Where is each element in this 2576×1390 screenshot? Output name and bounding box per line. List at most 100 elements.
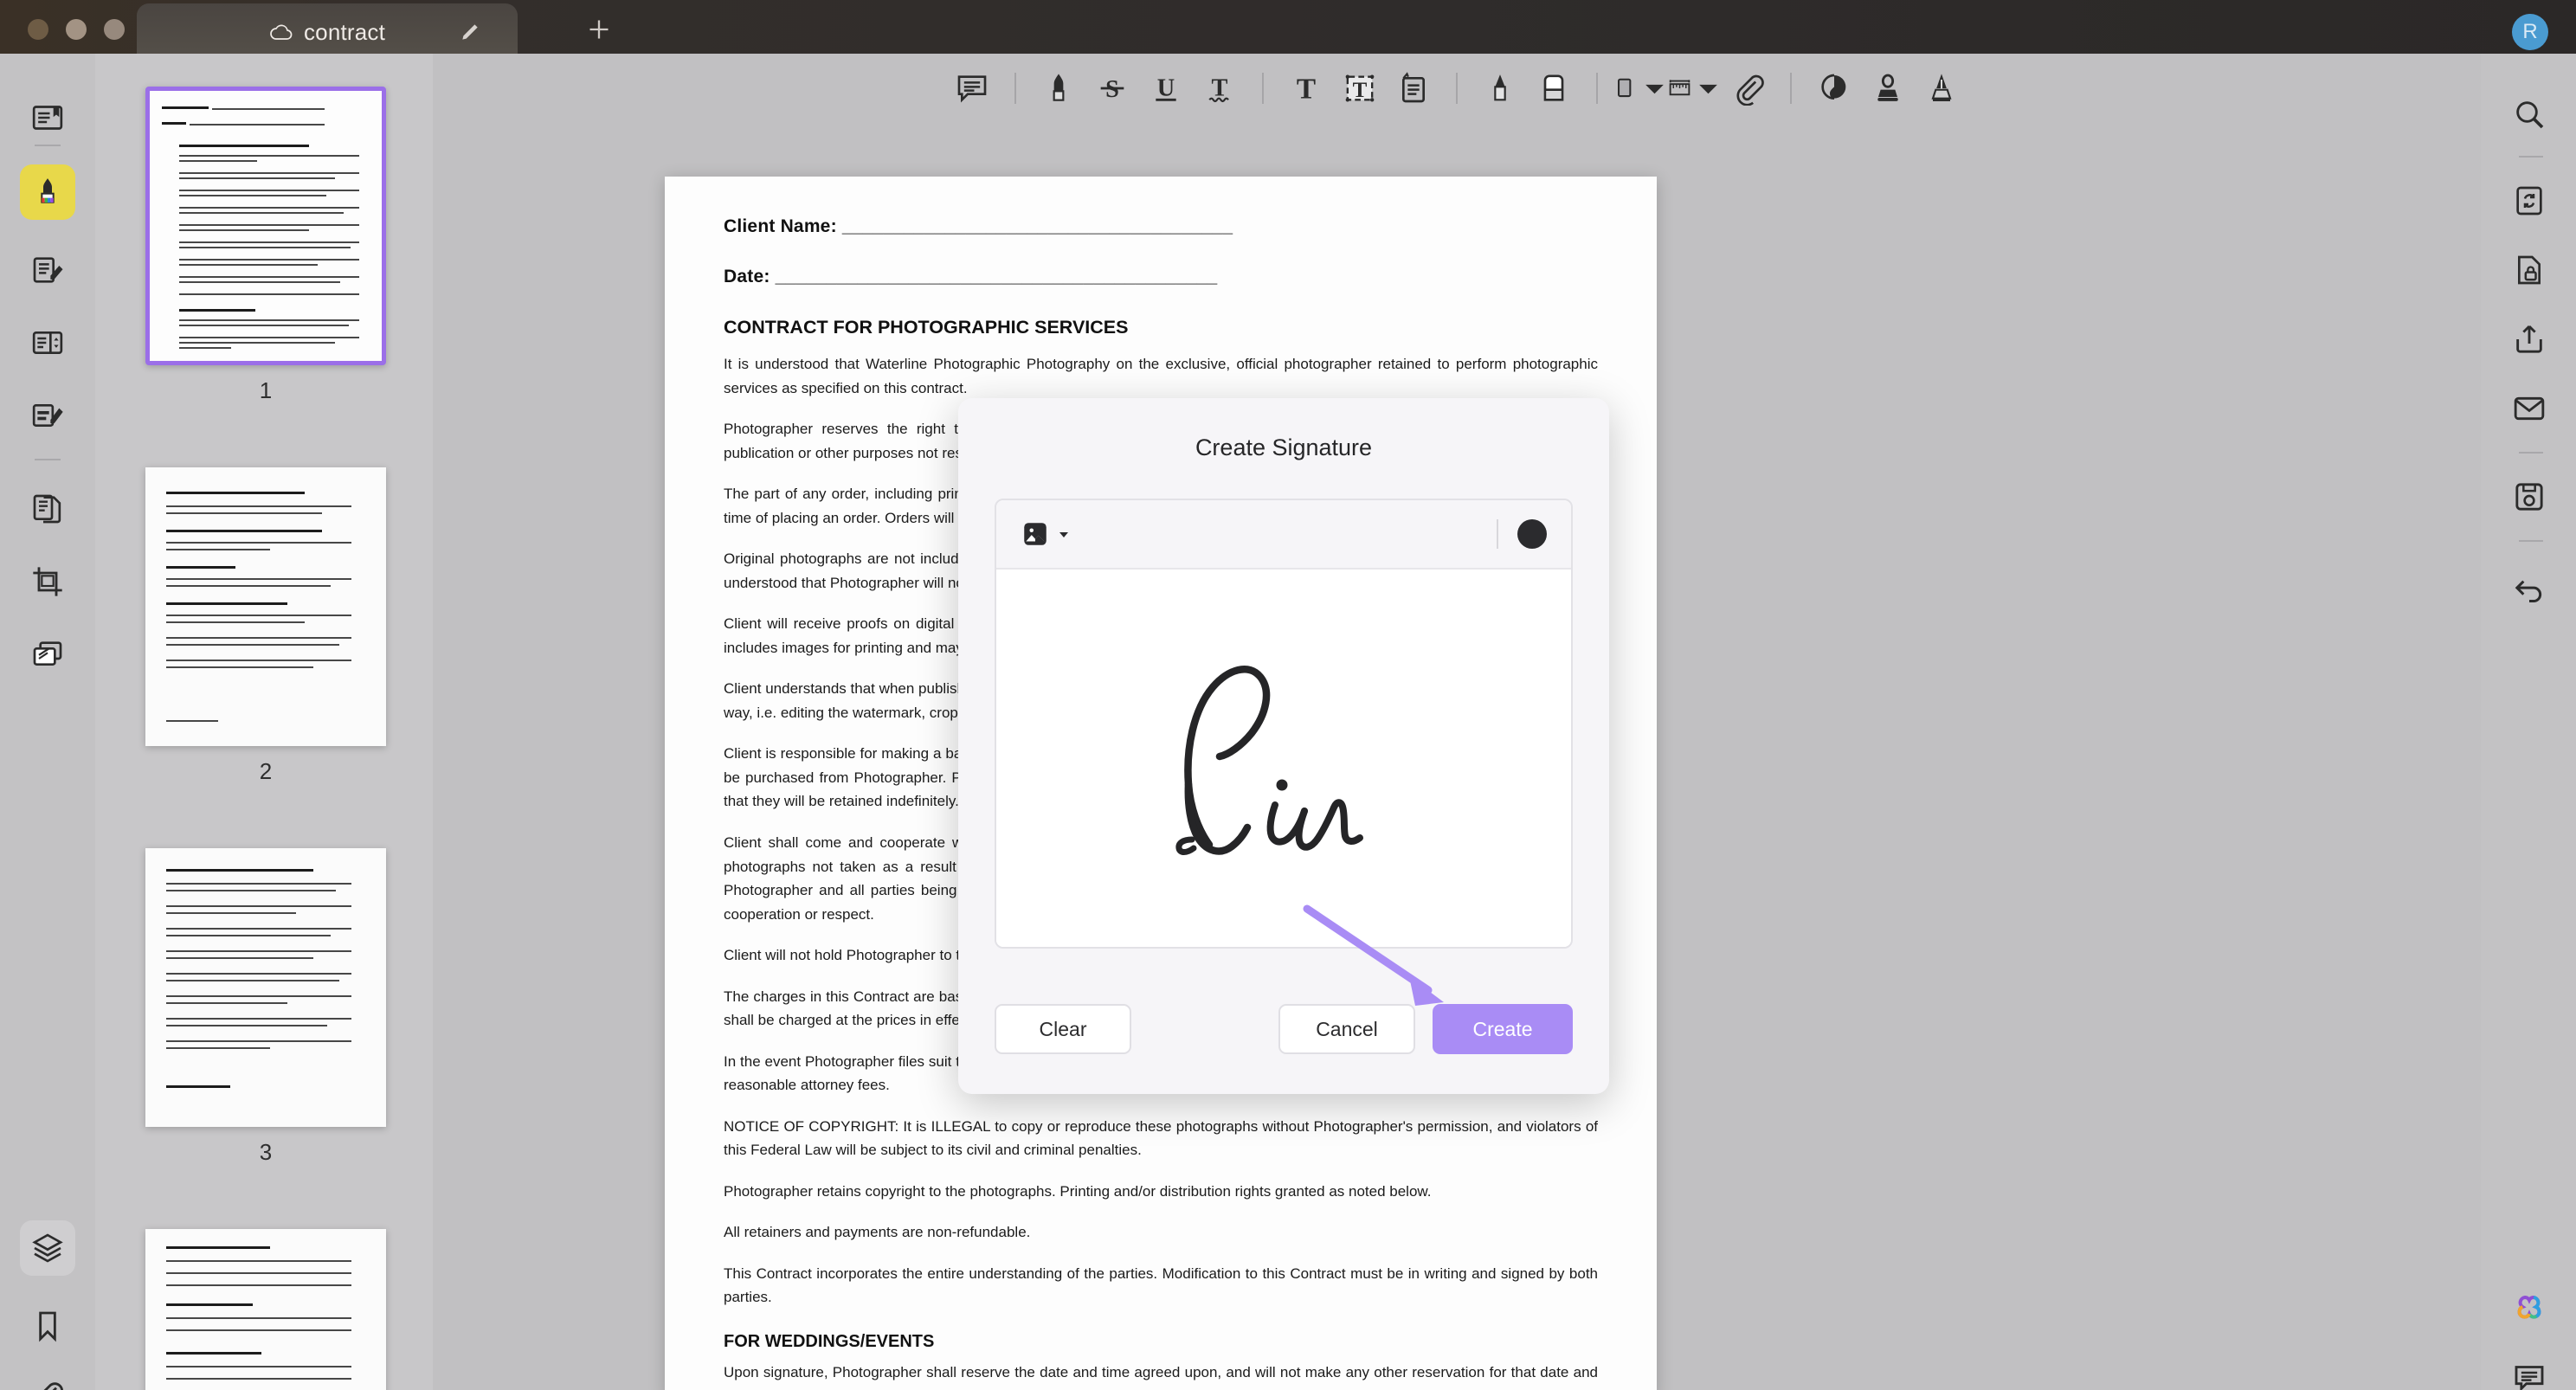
thumbnail-item[interactable]: 2: [145, 467, 386, 785]
document-tab[interactable]: contract: [137, 3, 518, 61]
color-swatch[interactable]: [1517, 519, 1547, 549]
measure-tool[interactable]: [1667, 61, 1721, 115]
window-minimize-button[interactable]: [66, 19, 87, 40]
document-heading: CONTRACT FOR PHOTOGRAPHIC SERVICES: [724, 317, 1129, 338]
ai-clover-icon: [2517, 1295, 2541, 1319]
plus-icon[interactable]: [587, 17, 611, 42]
document-sync-icon: [2516, 186, 2542, 216]
signature-source-selector[interactable]: [1021, 519, 1070, 549]
document-copy-icon: [33, 494, 61, 524]
squiggly-underline-tool[interactable]: T: [1193, 61, 1246, 115]
save-document-button[interactable]: [2505, 473, 2553, 521]
toolbar-divider: [1014, 73, 1016, 104]
comment-icon: [957, 75, 987, 103]
ai-assistant-button[interactable]: [2505, 1284, 2553, 1333]
document-paragraph: Upon signature, Photographer shall reser…: [724, 1363, 1598, 1390]
pencil-icon[interactable]: [459, 21, 481, 43]
email-document-button[interactable]: [2505, 384, 2553, 433]
crop-icon: [33, 567, 62, 596]
convert-document-button[interactable]: [2505, 177, 2553, 225]
sidebar-item-reader[interactable]: [20, 90, 75, 145]
thumbnail-item[interactable]: 4: [145, 1229, 386, 1390]
fountain-pen-icon: [1931, 74, 1952, 101]
sidebar-item-edit-text[interactable]: [20, 388, 75, 443]
document-paragraph: It is understood that Waterline Photogra…: [724, 356, 1598, 396]
left-tool-rail: [0, 54, 95, 1390]
thumbnail-page-3[interactable]: [145, 848, 386, 1127]
sidebar-item-attachments[interactable]: [20, 1367, 75, 1390]
signature-pad[interactable]: [995, 499, 1573, 949]
protect-document-button[interactable]: [2505, 246, 2553, 294]
compare-pages-icon: [33, 641, 62, 666]
sticky-note-tool[interactable]: [1807, 61, 1861, 115]
page-organize-icon: [32, 331, 63, 354]
sidebar-item-annotate[interactable]: [20, 164, 75, 220]
share-upload-icon: [2516, 325, 2542, 353]
layers-icon: [32, 1233, 63, 1263]
toolbar-divider: [1262, 73, 1264, 104]
sticky-note-icon: [1821, 74, 1846, 100]
dialog-actions: Clear Cancel Create: [995, 1004, 1573, 1054]
attachment-tool[interactable]: [1721, 61, 1774, 115]
thumbnail-page-number: 1: [259, 377, 273, 403]
window-maximize-button[interactable]: [104, 19, 125, 40]
signature-tool[interactable]: [1915, 61, 1968, 115]
thumbnail-page-4[interactable]: [145, 1229, 386, 1390]
note-tool[interactable]: [1387, 61, 1440, 115]
cloud-icon: [270, 24, 293, 40]
pen-tool[interactable]: [1473, 61, 1527, 115]
eraser-tool[interactable]: [1527, 61, 1581, 115]
sidebar-item-bookmarks[interactable]: [20, 1298, 75, 1354]
paperclip-icon: [43, 1382, 63, 1390]
sidebar-item-layers[interactable]: [20, 1220, 75, 1276]
undo-button[interactable]: [2505, 564, 2553, 613]
clear-button[interactable]: Clear: [995, 1004, 1131, 1054]
caret-down-icon: [1699, 84, 1717, 94]
sidebar-item-organize[interactable]: [20, 315, 75, 370]
main-body: 1 2 3 S U T T T Client Name: ___________…: [0, 54, 2576, 1390]
right-rail-divider-3: [2519, 540, 2543, 542]
stamp-tool[interactable]: [1861, 61, 1915, 115]
client-name-row: Client Name: ___________________________…: [724, 216, 1598, 237]
sidebar-item-convert[interactable]: [20, 481, 75, 537]
avatar-initial: R: [2522, 20, 2538, 43]
cancel-button[interactable]: Cancel: [1278, 1004, 1415, 1054]
text-edit-icon: [32, 404, 63, 427]
text-tool[interactable]: T: [1279, 61, 1333, 115]
right-tool-rail: [2481, 54, 2576, 1390]
rail-divider-1: [35, 145, 61, 146]
svg-text:S: S: [1105, 76, 1119, 103]
sidebar-item-edit[interactable]: [20, 242, 75, 298]
sidebar-item-crop[interactable]: [20, 554, 75, 609]
tab-title: contract: [303, 18, 386, 45]
highlight-tool[interactable]: [1032, 61, 1085, 115]
underline-tool[interactable]: U: [1139, 61, 1193, 115]
sidebar-item-compare[interactable]: [20, 627, 75, 682]
underline-icon: U: [1156, 74, 1176, 101]
book-reader-icon: [32, 106, 63, 130]
floppy-disk-icon: [2515, 483, 2543, 511]
thumbnail-page-1[interactable]: [145, 87, 386, 365]
caret-down-icon: [1059, 532, 1068, 537]
comment-tool[interactable]: [945, 61, 999, 115]
strikethrough-tool[interactable]: S: [1085, 61, 1139, 115]
window-close-button[interactable]: [28, 19, 48, 40]
thumbnail-item[interactable]: 3: [145, 848, 386, 1166]
signature-color-group: [1497, 519, 1547, 549]
signature-drawing: [1175, 666, 1363, 855]
thumbnail-page-2[interactable]: [145, 467, 386, 746]
shape-tool[interactable]: [1613, 61, 1667, 115]
page-thumbnails-panel[interactable]: 1 2 3: [95, 54, 433, 1390]
avatar[interactable]: R: [2512, 14, 2548, 50]
text-box-tool[interactable]: T: [1333, 61, 1387, 115]
annotation-toolbar: S U T T T: [433, 54, 2481, 123]
signature-pad-toolbar: [996, 500, 1571, 570]
signature-drawing-canvas[interactable]: [996, 570, 1571, 947]
dialog-title: Create Signature: [1195, 434, 1373, 460]
share-document-button[interactable]: [2505, 315, 2553, 364]
comments-panel-button[interactable]: [2505, 1354, 2553, 1390]
document-paragraph: NOTICE OF COPYRIGHT: It is ILLEGAL to co…: [724, 1117, 1598, 1159]
thumbnail-item[interactable]: 1: [145, 87, 386, 404]
search-panel-button[interactable]: [2505, 90, 2553, 138]
create-button[interactable]: Create: [1433, 1004, 1573, 1054]
